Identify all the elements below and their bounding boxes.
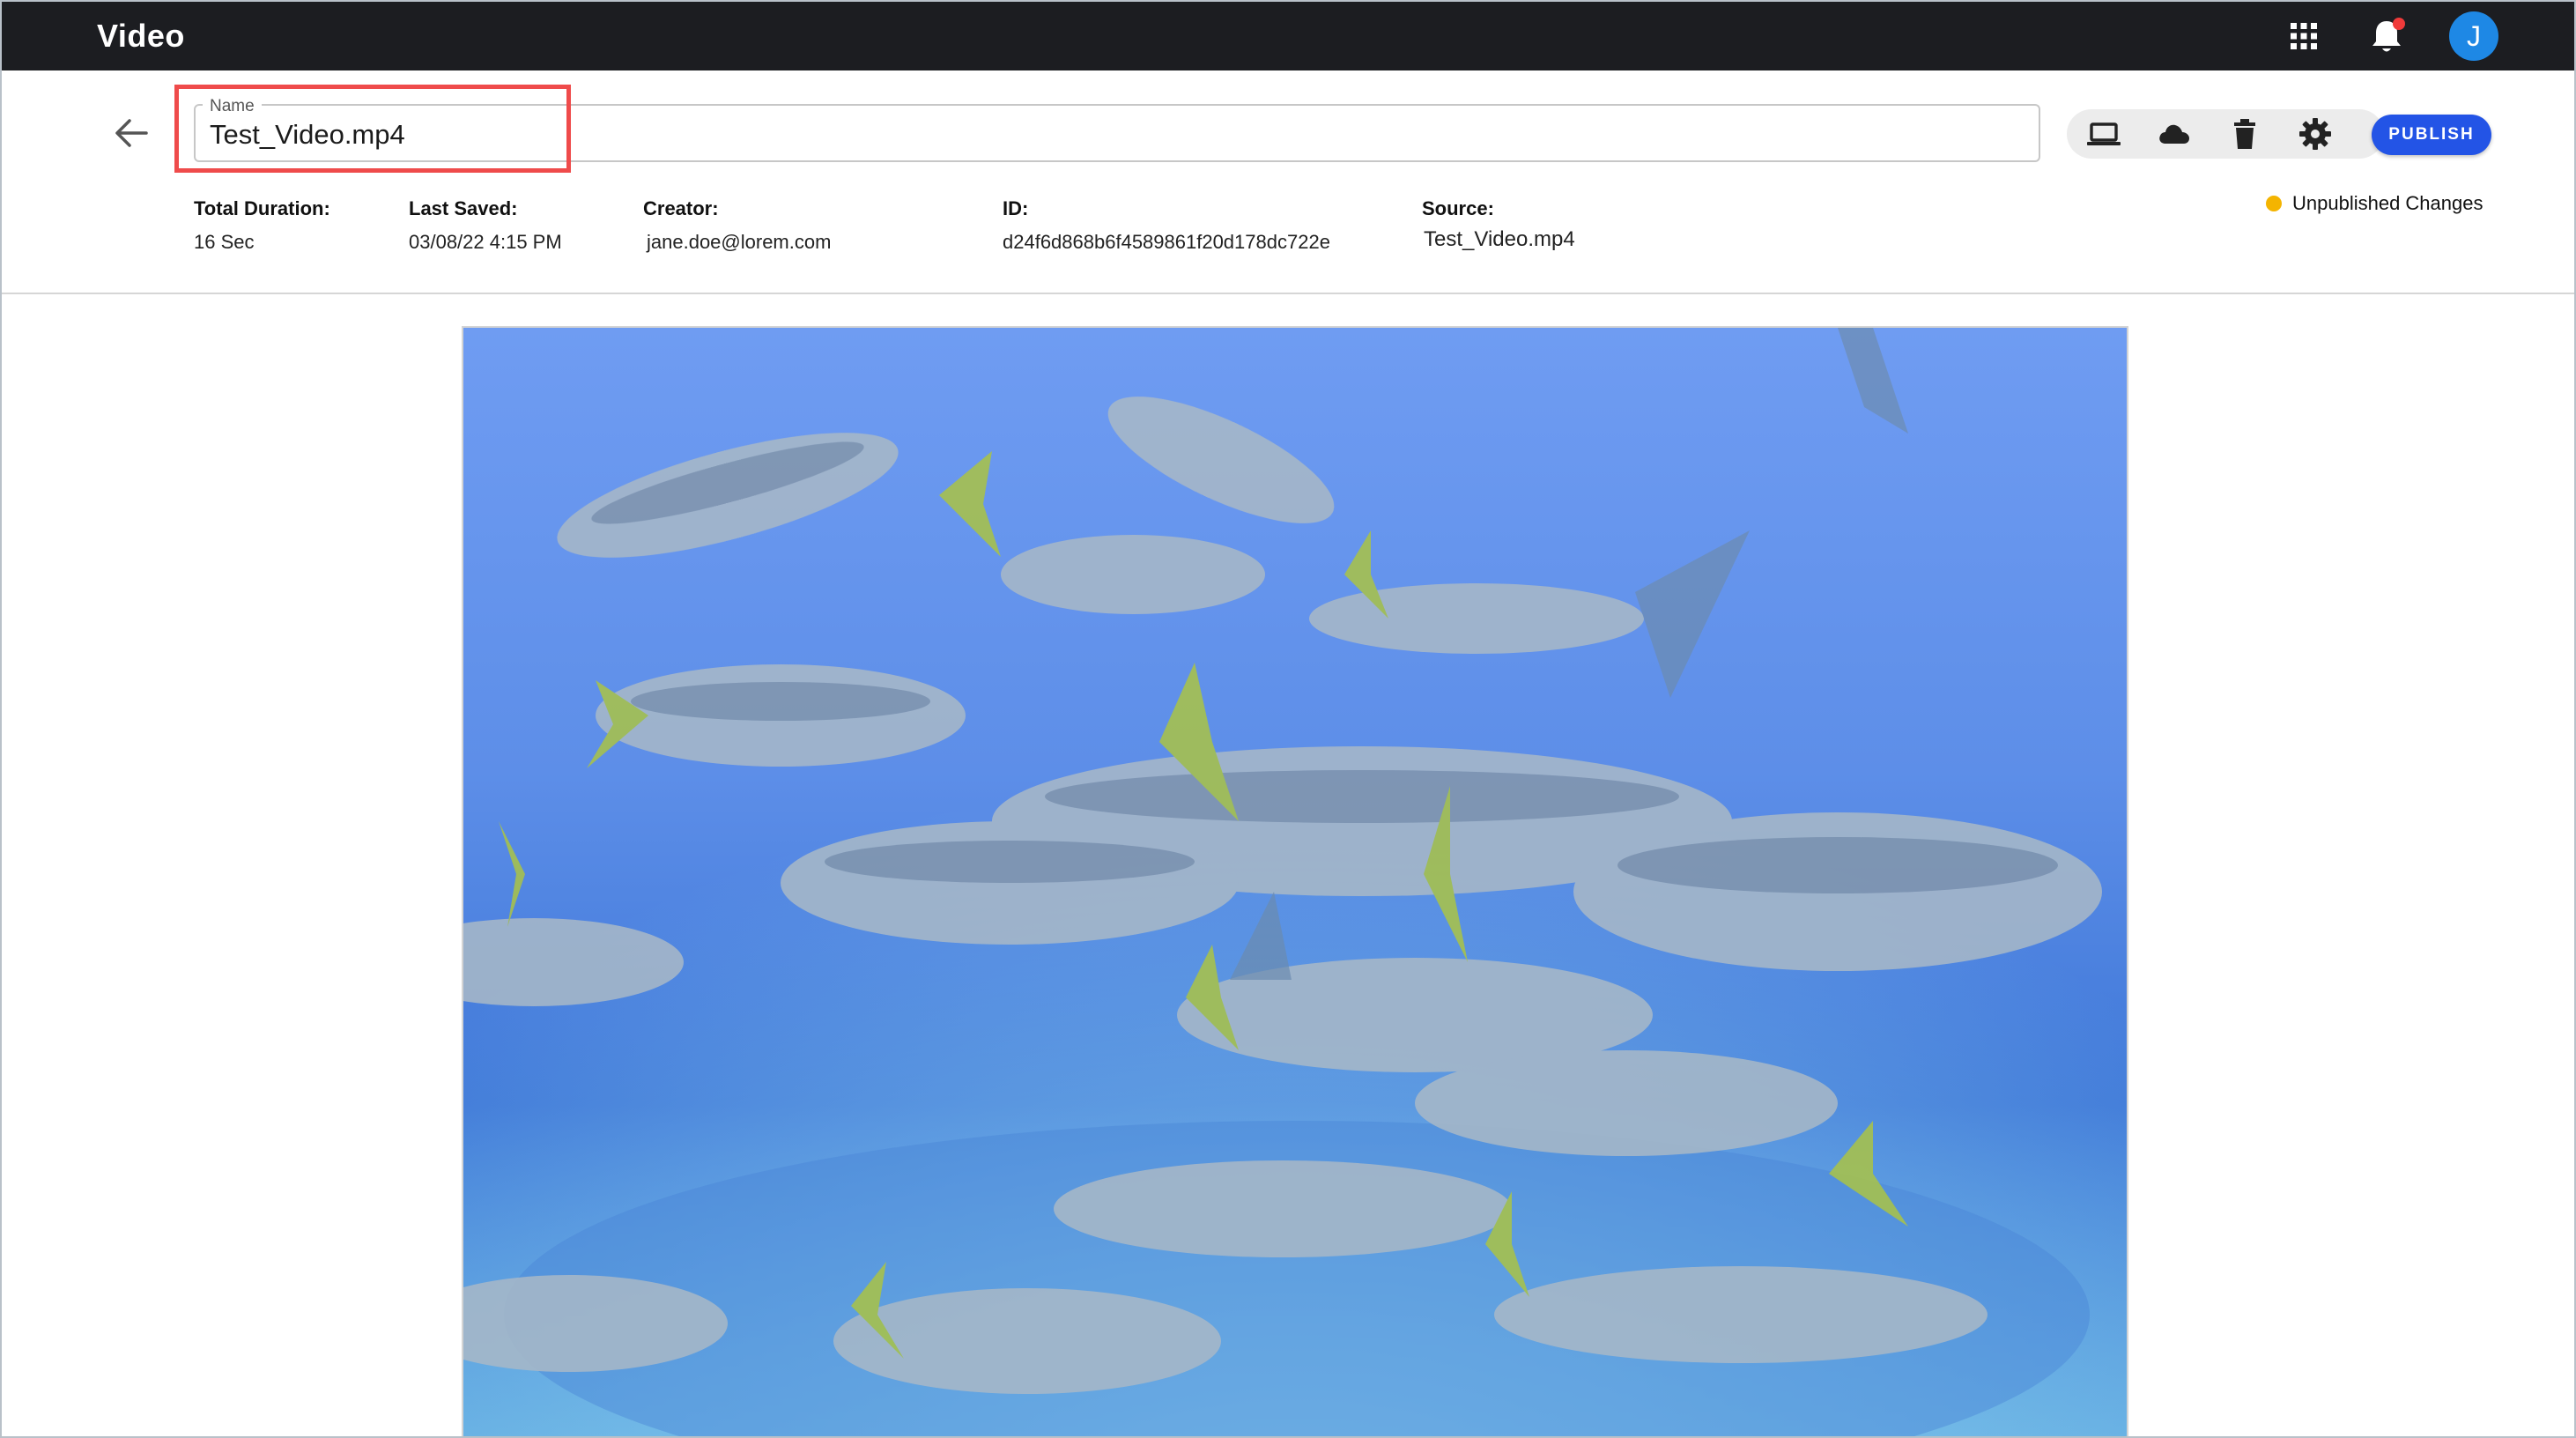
top-app-bar: Video J bbox=[2, 2, 2574, 70]
cloud-icon[interactable] bbox=[2157, 116, 2192, 152]
app-window: Video J Name Test_Video.mp4 PUBLISH Tota… bbox=[0, 0, 2576, 1438]
source-value: Test_Video.mp4 bbox=[1424, 227, 1575, 251]
source-label: Source: bbox=[1422, 197, 1494, 219]
status-text: Unpublished Changes bbox=[2292, 192, 2483, 214]
header-divider bbox=[2, 293, 2574, 294]
id-label: ID: bbox=[1003, 197, 1029, 219]
app-title: Video bbox=[97, 18, 185, 54]
video-preview[interactable] bbox=[462, 326, 2128, 1436]
last-saved-label: Last Saved: bbox=[409, 197, 518, 219]
laptop-icon[interactable] bbox=[2086, 116, 2121, 152]
duration-value: 16 Sec bbox=[194, 231, 255, 253]
gear-icon[interactable] bbox=[2298, 116, 2333, 152]
duration-label: Total Duration: bbox=[194, 197, 330, 219]
apps-grid-icon[interactable] bbox=[2291, 23, 2317, 49]
publish-button[interactable]: PUBLISH bbox=[2372, 115, 2491, 155]
id-value: d24f6d868b6f4589861f20d178dc722e bbox=[1003, 231, 1330, 253]
name-field-highlight bbox=[174, 85, 571, 173]
last-saved-value: 03/08/22 4:15 PM bbox=[409, 231, 562, 253]
user-avatar[interactable]: J bbox=[2449, 11, 2498, 61]
status-dot bbox=[2266, 196, 2282, 211]
back-arrow-icon[interactable] bbox=[115, 118, 148, 148]
creator-value: jane.doe@lorem.com bbox=[647, 231, 832, 253]
trash-icon[interactable] bbox=[2227, 116, 2262, 152]
creator-label: Creator: bbox=[643, 197, 719, 219]
notification-badge bbox=[2393, 18, 2405, 30]
video-frame-image bbox=[463, 328, 2127, 1436]
